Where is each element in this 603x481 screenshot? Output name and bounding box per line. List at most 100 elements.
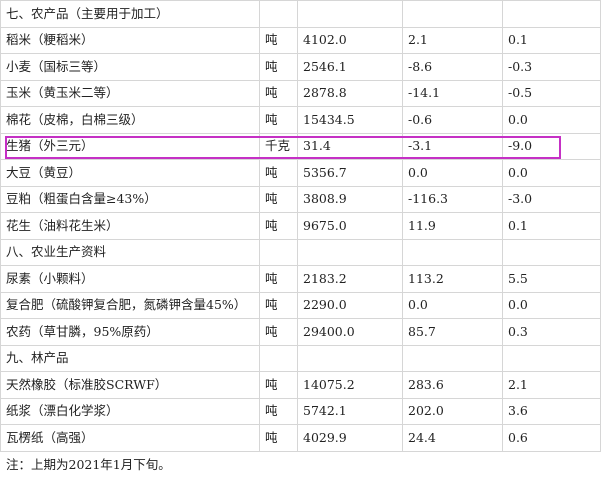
empty-cell: [259, 238, 298, 266]
percent-change-cell: 0.0: [502, 291, 601, 319]
percent-change-cell: -0.5: [502, 79, 601, 107]
percent-change-cell: 0.0: [502, 159, 601, 187]
unit-cell: 吨: [259, 291, 298, 319]
commodity-price-table-body: 七、农产品（主要用于加工） 稻米（粳稻米）吨 4102.0 2.1 0.1 小麦（国标三等…: [0, 0, 601, 452]
change-cell: 0.0: [402, 159, 503, 187]
price-cell: 2546.1: [297, 53, 403, 81]
table-row: 复合肥（硫酸钾复合肥，氮磷钾含量45%）吨 2290.0 0.0 0.0: [0, 291, 601, 319]
table-row: 小麦（国标三等）吨 2546.1 -8.6 -0.3: [0, 53, 601, 81]
unit-cell: 吨: [259, 53, 298, 81]
table-row: 尿素（小颗料）吨 2183.2 113.2 5.5: [0, 265, 601, 293]
unit-cell: 吨: [259, 265, 298, 293]
percent-change-cell: -9.0: [502, 132, 601, 160]
table-row: 农药（草甘膦，95%原药）吨 29400.0 85.7 0.3: [0, 318, 601, 346]
percent-change-cell: 0.0: [502, 106, 601, 134]
table-row-highlighted: 生猪（外三元） 千克 31.4 -3.1 -9.0: [0, 132, 601, 160]
price-cell: 2290.0: [297, 291, 403, 319]
empty-cell: [297, 344, 403, 372]
percent-change-cell: 0.3: [502, 318, 601, 346]
change-cell: 0.0: [402, 291, 503, 319]
price-cell: 3808.9: [297, 185, 403, 213]
change-cell: 283.6: [402, 371, 503, 399]
unit-cell: 吨: [259, 424, 298, 452]
unit-cell: 吨: [259, 106, 298, 134]
table-row: 天然橡胶（标准胶SCRWF）吨 14075.2 283.6 2.1: [0, 371, 601, 399]
product-name-cell: 小麦（国标三等）: [0, 53, 260, 81]
change-cell: 85.7: [402, 318, 503, 346]
price-cell: 31.4: [297, 132, 403, 160]
table-row: 大豆（黄豆）吨 5356.7 0.0 0.0: [0, 159, 601, 187]
price-cell: 15434.5: [297, 106, 403, 134]
change-cell: 24.4: [402, 424, 503, 452]
unit-cell: 吨: [259, 371, 298, 399]
empty-cell: [297, 238, 403, 266]
percent-change-cell: 0.1: [502, 212, 601, 240]
table-row: 花生（油料花生米）吨 9675.0 11.9 0.1: [0, 212, 601, 240]
table-row: 稻米（粳稻米）吨 4102.0 2.1 0.1: [0, 26, 601, 54]
price-cell: 9675.0: [297, 212, 403, 240]
product-name-cell: 天然橡胶（标准胶SCRWF）: [0, 371, 260, 399]
percent-change-cell: 0.1: [502, 26, 601, 54]
product-name-cell: 玉米（黄玉米二等）: [0, 79, 260, 107]
unit-cell: 千克: [259, 132, 298, 160]
change-cell: 202.0: [402, 397, 503, 425]
product-name-cell: 花生（油料花生米）: [0, 212, 260, 240]
empty-cell: [402, 0, 503, 28]
change-cell: -116.3: [402, 185, 503, 213]
empty-cell: [502, 344, 601, 372]
empty-cell: [259, 344, 298, 372]
table-footnote: 注：上期为2021年1月下旬。: [6, 457, 171, 472]
change-cell: -8.6: [402, 53, 503, 81]
price-cell: 2878.8: [297, 79, 403, 107]
product-name-cell: 稻米（粳稻米）: [0, 26, 260, 54]
price-cell: 2183.2: [297, 265, 403, 293]
change-cell: -0.6: [402, 106, 503, 134]
change-cell: -14.1: [402, 79, 503, 107]
table-row: 玉米（黄玉米二等）吨 2878.8 -14.1 -0.5: [0, 79, 601, 107]
product-name-cell: 复合肥（硫酸钾复合肥，氮磷钾含量45%）: [0, 291, 260, 319]
price-cell: 4102.0: [297, 26, 403, 54]
price-cell: 29400.0: [297, 318, 403, 346]
table-row: 瓦楞纸（高强）吨 4029.9 24.4 0.6: [0, 424, 601, 452]
price-cell: 5742.1: [297, 397, 403, 425]
product-name-cell: 尿素（小颗料）: [0, 265, 260, 293]
section-header-row: 七、农产品（主要用于加工）: [0, 0, 601, 28]
product-name-cell: 生猪（外三元）: [0, 132, 260, 160]
unit-cell: 吨: [259, 185, 298, 213]
product-name-cell: 纸浆（漂白化学浆）: [0, 397, 260, 425]
price-cell: 4029.9: [297, 424, 403, 452]
empty-cell: [402, 238, 503, 266]
section-header-row: 九、林产品: [0, 344, 601, 372]
percent-change-cell: -0.3: [502, 53, 601, 81]
section-title-cell: 七、农产品（主要用于加工）: [0, 0, 260, 28]
percent-change-cell: 3.6: [502, 397, 601, 425]
unit-cell: 吨: [259, 159, 298, 187]
change-cell: 113.2: [402, 265, 503, 293]
change-cell: -3.1: [402, 132, 503, 160]
table-row: 纸浆（漂白化学浆）吨 5742.1 202.0 3.6: [0, 397, 601, 425]
percent-change-cell: 2.1: [502, 371, 601, 399]
price-cell: 14075.2: [297, 371, 403, 399]
unit-cell: 吨: [259, 26, 298, 54]
section-title-cell: 九、林产品: [0, 344, 260, 372]
percent-change-cell: 0.6: [502, 424, 601, 452]
unit-cell: 吨: [259, 212, 298, 240]
product-name-cell: 农药（草甘膦，95%原药）: [0, 318, 260, 346]
product-name-cell: 棉花（皮棉，白棉三级）: [0, 106, 260, 134]
empty-cell: [502, 238, 601, 266]
table-row: 豆粕（粗蛋白含量≥43%）吨 3808.9 -116.3 -3.0: [0, 185, 601, 213]
empty-cell: [297, 0, 403, 28]
change-cell: 2.1: [402, 26, 503, 54]
price-table-sheet: 七、农产品（主要用于加工） 稻米（粳稻米）吨 4102.0 2.1 0.1 小麦（国标三等…: [0, 0, 603, 481]
product-name-cell: 豆粕（粗蛋白含量≥43%）: [0, 185, 260, 213]
empty-cell: [259, 0, 298, 28]
unit-cell: 吨: [259, 318, 298, 346]
unit-cell: 吨: [259, 79, 298, 107]
unit-cell: 吨: [259, 397, 298, 425]
product-name-cell: 瓦楞纸（高强）: [0, 424, 260, 452]
section-header-row: 八、农业生产资料: [0, 238, 601, 266]
percent-change-cell: 5.5: [502, 265, 601, 293]
product-name-cell: 大豆（黄豆）: [0, 159, 260, 187]
change-cell: 11.9: [402, 212, 503, 240]
commodity-price-table: 七、农产品（主要用于加工） 稻米（粳稻米）吨 4102.0 2.1 0.1 小麦（国标三等…: [0, 0, 601, 452]
